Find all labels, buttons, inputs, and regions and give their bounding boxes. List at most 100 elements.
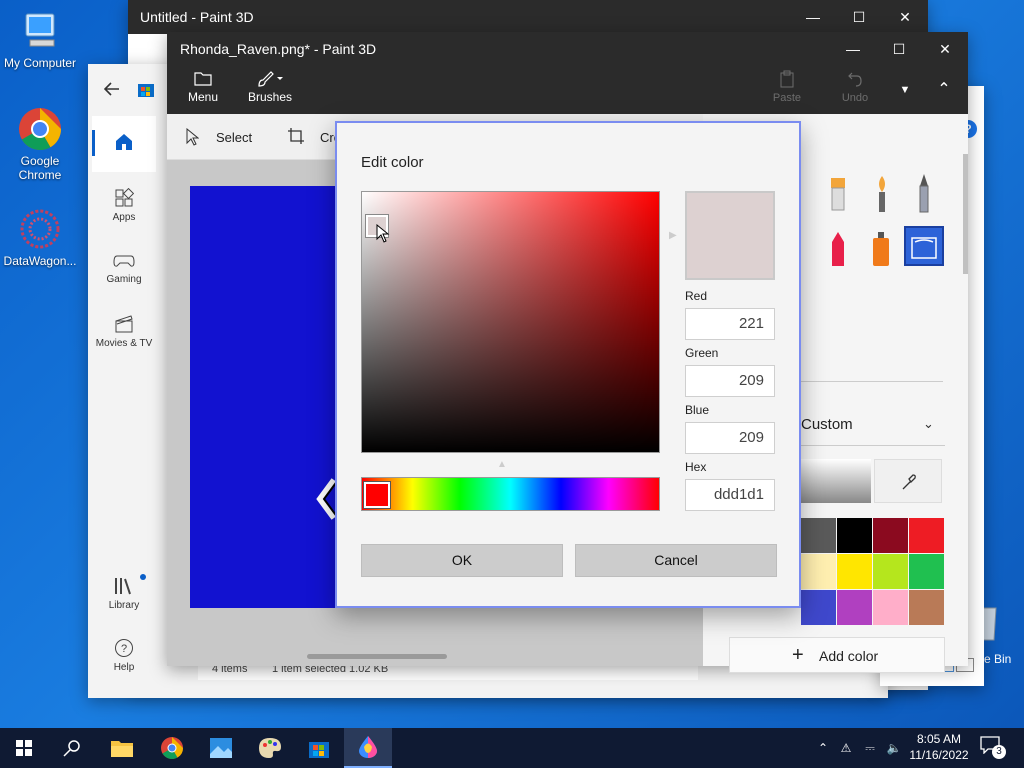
desktop-icon-datawagon[interactable]: DataWagon... bbox=[0, 206, 80, 268]
sidebar-item-movies-tv[interactable]: Movies & TV bbox=[88, 314, 160, 349]
pencil-icon[interactable] bbox=[915, 172, 933, 214]
volume-icon[interactable]: 🔈 bbox=[882, 741, 906, 755]
svg-text:?: ? bbox=[121, 643, 127, 655]
calligraphy-pen-icon[interactable] bbox=[827, 176, 849, 214]
spray-can-icon[interactable] bbox=[870, 230, 892, 268]
paint3d-drop-icon bbox=[359, 736, 377, 758]
chevron-up-icon[interactable]: ⌃ bbox=[812, 741, 834, 755]
clipboard-icon bbox=[780, 70, 794, 88]
taskbar-store[interactable] bbox=[295, 728, 343, 768]
dialog-title: Edit color bbox=[361, 154, 424, 171]
hue-slider-thumb[interactable] bbox=[363, 481, 391, 509]
dropdown-value: Custom bbox=[801, 416, 853, 433]
crayon-icon[interactable] bbox=[827, 230, 849, 268]
blue-input[interactable]: 209 bbox=[685, 422, 775, 454]
desktop-icon-recycle-bin-label: e Bin bbox=[984, 652, 1012, 666]
saturation-value-picker[interactable] bbox=[361, 191, 660, 453]
computer-icon bbox=[25, 13, 55, 47]
oil-brush-icon[interactable] bbox=[872, 174, 892, 214]
current-color-preview[interactable] bbox=[801, 459, 871, 503]
maximize-button[interactable]: ☐ bbox=[876, 32, 922, 66]
paste-button[interactable]: Paste bbox=[767, 70, 807, 104]
notification-dot bbox=[140, 574, 146, 580]
paint-palette-icon bbox=[259, 738, 281, 758]
red-input[interactable]: 221 bbox=[685, 308, 775, 340]
active-indicator bbox=[92, 130, 95, 156]
sidebar-item-help[interactable]: ? Help bbox=[88, 638, 160, 673]
hue-slider[interactable] bbox=[361, 477, 660, 511]
maximize-button[interactable]: ☐ bbox=[836, 0, 882, 34]
search-button[interactable] bbox=[48, 728, 96, 768]
sidebar-item-label: Apps bbox=[112, 212, 136, 223]
taskbar-photos[interactable] bbox=[197, 728, 245, 768]
back-arrow-icon[interactable] bbox=[104, 82, 120, 96]
clock[interactable]: 8:05 AM 11/16/2022 bbox=[908, 731, 970, 763]
select-button[interactable]: Select bbox=[216, 130, 252, 145]
chrome-icon bbox=[161, 737, 183, 759]
desktop-icon-google-chrome[interactable]: Google Chrome bbox=[0, 106, 80, 182]
store-bag-icon bbox=[309, 742, 329, 758]
titlebar[interactable]: Untitled - Paint 3D — ☐ ✕ bbox=[128, 0, 928, 34]
sidebar-item-library[interactable]: Library bbox=[88, 574, 160, 611]
fill-bucket-tool[interactable] bbox=[904, 226, 944, 266]
close-button[interactable]: ✕ bbox=[922, 32, 968, 66]
action-center-button[interactable]: 3 bbox=[980, 736, 1008, 760]
start-button[interactable] bbox=[0, 728, 48, 768]
horizontal-scrollbar[interactable] bbox=[307, 654, 447, 659]
taskbar-paint[interactable] bbox=[246, 728, 294, 768]
store-nav-rail: Apps Gaming Movies & TV Library ? Help bbox=[88, 64, 160, 698]
color-swatch[interactable] bbox=[909, 518, 944, 553]
minimize-button[interactable]: — bbox=[790, 0, 836, 34]
taskbar-paint3d[interactable] bbox=[344, 728, 392, 768]
taskbar-file-explorer[interactable] bbox=[98, 728, 146, 768]
plus-icon: + bbox=[792, 644, 804, 666]
color-swatch[interactable] bbox=[873, 518, 908, 553]
library-icon bbox=[115, 578, 131, 595]
color-swatch[interactable] bbox=[801, 554, 836, 589]
color-swatch[interactable] bbox=[801, 590, 836, 625]
close-button[interactable]: ✕ bbox=[882, 0, 928, 34]
thickness-slider[interactable] bbox=[801, 368, 943, 382]
undo-label: Undo bbox=[841, 92, 869, 104]
color-swatch[interactable] bbox=[873, 590, 908, 625]
titlebar[interactable]: Rhonda_Raven.png* - Paint 3D — ☐ ✕ bbox=[167, 32, 968, 66]
taskbar-chrome[interactable] bbox=[148, 728, 196, 768]
desktop-icon-my-computer[interactable]: My Computer bbox=[0, 10, 80, 70]
color-swatch[interactable] bbox=[837, 590, 872, 625]
color-swatch[interactable] bbox=[837, 554, 872, 589]
sidebar-item-apps[interactable]: Apps bbox=[88, 188, 160, 223]
window-title: Untitled - Paint 3D bbox=[140, 9, 254, 25]
apps-icon bbox=[115, 188, 134, 207]
red-label: Red bbox=[685, 289, 708, 303]
color-swatch[interactable] bbox=[909, 590, 944, 625]
color-mode-dropdown[interactable]: Custom ⌄ bbox=[801, 406, 945, 446]
edit-color-dialog: Edit color ▲ ▶ Red 221 Green 209 Blue 20… bbox=[335, 121, 801, 608]
desktop-icon-label: Google Chrome bbox=[18, 154, 62, 182]
brushes-button[interactable]: Brushes bbox=[247, 70, 293, 104]
hex-input[interactable]: ddd1d1 bbox=[685, 479, 775, 511]
select-cursor-icon bbox=[186, 128, 199, 146]
minimize-button[interactable]: — bbox=[830, 32, 876, 66]
network-alert-icon[interactable]: ⚠ bbox=[834, 741, 858, 755]
sidebar-item-label: Help bbox=[113, 662, 135, 673]
more-dropdown-icon[interactable]: ▼ bbox=[891, 66, 919, 114]
eyedropper-button[interactable] bbox=[874, 459, 942, 503]
ok-button[interactable]: OK bbox=[361, 544, 563, 577]
blue-label: Blue bbox=[685, 403, 710, 417]
cancel-button[interactable]: Cancel bbox=[575, 544, 777, 577]
sidebar-item-gaming[interactable]: Gaming bbox=[88, 252, 160, 285]
sidebar-item-label: Movies & TV bbox=[95, 338, 153, 349]
add-color-button[interactable]: + Add color bbox=[729, 637, 945, 673]
green-input[interactable]: 209 bbox=[685, 365, 775, 397]
menu-button[interactable]: Menu bbox=[183, 70, 223, 104]
color-swatch[interactable] bbox=[801, 518, 836, 553]
undo-button[interactable]: Undo bbox=[835, 70, 875, 104]
color-swatch[interactable] bbox=[873, 554, 908, 589]
sidebar-item-home[interactable] bbox=[92, 116, 156, 172]
color-swatch[interactable] bbox=[909, 554, 944, 589]
windows-logo-icon bbox=[16, 740, 32, 756]
color-swatch[interactable] bbox=[837, 518, 872, 553]
collapse-chevron-icon[interactable]: ⌃ bbox=[927, 66, 961, 114]
panel-scrollbar[interactable] bbox=[963, 154, 968, 274]
network-icon[interactable]: ⎓ bbox=[858, 741, 882, 756]
